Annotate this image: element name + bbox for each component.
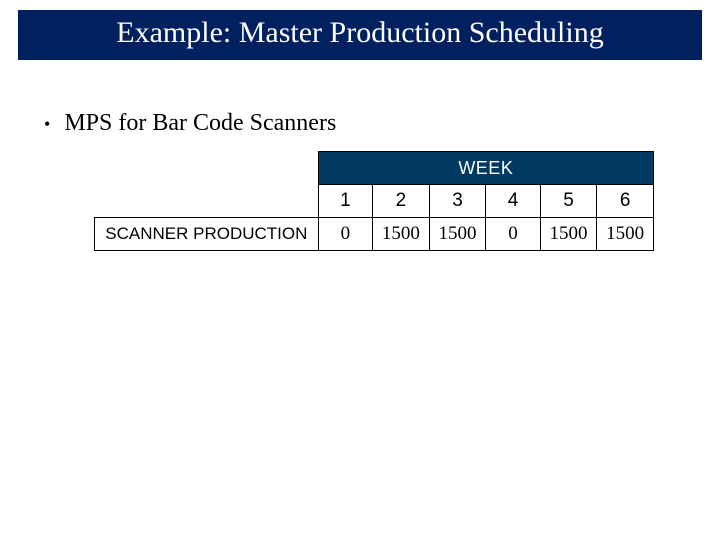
title-bar: Example: Master Production Scheduling: [18, 10, 702, 60]
week-col-1: 1: [318, 185, 372, 218]
value-week-4: 0: [486, 218, 540, 251]
row-label: SCANNER PRODUCTION: [95, 218, 319, 251]
value-week-6: 1500: [597, 218, 654, 251]
table-weeknum-row: 1 2 3 4 5 6: [95, 185, 654, 218]
bullet-dot-icon: •: [44, 115, 50, 133]
mps-table-wrap: WEEK 1 2 3 4 5 6 SCANNER PRODUCTION 0 15…: [94, 151, 654, 251]
slide-title: Example: Master Production Scheduling: [116, 16, 603, 49]
bullet-text: MPS for Bar Code Scanners: [64, 110, 336, 137]
value-week-1: 0: [318, 218, 372, 251]
week-col-5: 5: [540, 185, 597, 218]
week-header: WEEK: [318, 152, 653, 185]
empty-label-cell: [95, 185, 319, 218]
slide: Example: Master Production Scheduling • …: [0, 10, 720, 550]
week-col-6: 6: [597, 185, 654, 218]
week-col-4: 4: [486, 185, 540, 218]
empty-corner-cell: [95, 152, 319, 185]
bullet-item: • MPS for Bar Code Scanners: [44, 110, 676, 137]
week-col-3: 3: [429, 185, 486, 218]
mps-table: WEEK 1 2 3 4 5 6 SCANNER PRODUCTION 0 15…: [94, 151, 654, 251]
value-week-3: 1500: [429, 218, 486, 251]
week-col-2: 2: [373, 185, 430, 218]
value-week-5: 1500: [540, 218, 597, 251]
table-data-row: SCANNER PRODUCTION 0 1500 1500 0 1500 15…: [95, 218, 654, 251]
slide-body: • MPS for Bar Code Scanners WEEK 1 2 3 4…: [0, 60, 720, 251]
value-week-2: 1500: [373, 218, 430, 251]
table-header-row: WEEK: [95, 152, 654, 185]
